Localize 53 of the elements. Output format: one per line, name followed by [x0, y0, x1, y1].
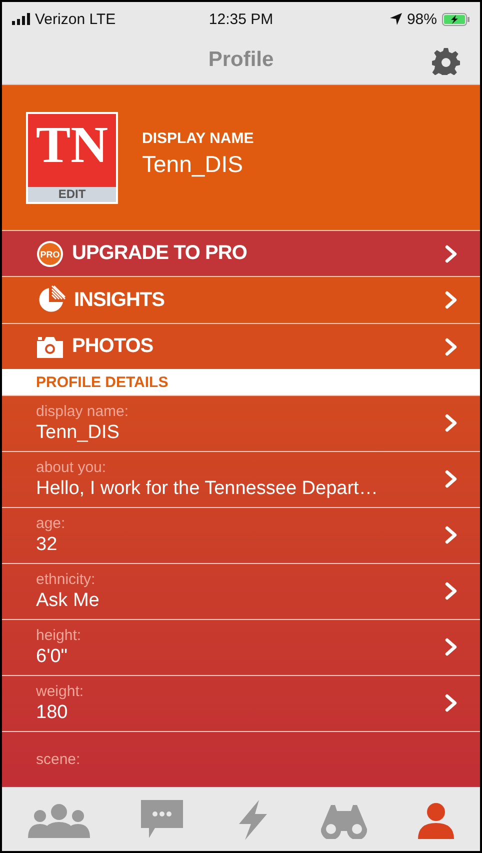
field-value: 32	[36, 534, 58, 556]
chevron-right-icon	[444, 338, 458, 356]
battery-icon	[442, 12, 470, 26]
field-label: scene:	[36, 750, 82, 768]
detail-row[interactable]: display name: Tenn_DIS	[2, 394, 480, 451]
location-arrow-icon	[390, 13, 402, 25]
menu-label: PHOTOS	[72, 335, 154, 358]
people-icon[interactable]	[28, 802, 90, 838]
settings-icon[interactable]	[432, 47, 460, 75]
field-value: Tenn_DIS	[36, 422, 120, 444]
chevron-right-icon	[444, 414, 458, 432]
chevron-right-icon	[444, 470, 458, 488]
menu-row[interactable]: PRO UPGRADE TO PRO	[2, 230, 480, 276]
field-value: 6'0"	[36, 646, 69, 668]
detail-row[interactable]: age: 32	[2, 506, 480, 563]
detail-row[interactable]: about you: Hello, I work for the Tennessee Depart…	[2, 450, 480, 507]
chevron-right-icon	[444, 638, 458, 656]
field-value: Hello, I work for the Tennessee Depart…	[36, 478, 379, 500]
display-name-label: DISPLAY NAME	[142, 130, 254, 146]
battery-percent: 98%	[406, 10, 437, 28]
field-label: age:	[36, 514, 66, 532]
carrier-text: Verizon LTE	[35, 10, 116, 28]
camera-icon	[36, 334, 64, 359]
field-value: Ask Me	[36, 590, 100, 612]
person-icon[interactable]	[418, 800, 454, 838]
menu-row[interactable]: INSIGHTS	[2, 276, 480, 323]
display-name: Tenn_DIS	[142, 150, 244, 178]
nav-title: Profile	[208, 48, 274, 72]
section-heading: PROFILE DETAILS	[36, 374, 168, 391]
field-label: height:	[36, 626, 82, 644]
signal-icon	[12, 13, 30, 25]
chevron-right-icon	[444, 244, 458, 263]
chevron-right-icon	[444, 291, 458, 310]
avatar[interactable]: TN EDIT	[26, 112, 118, 204]
field-label: about you:	[36, 458, 108, 476]
menu-label: UPGRADE TO PRO	[72, 242, 248, 266]
detail-row[interactable]: weight: 180	[2, 674, 480, 731]
menu-label: INSIGHTS	[74, 288, 166, 312]
field-label: ethnicity:	[36, 570, 96, 588]
detail-row[interactable]: height: 6'0"	[2, 618, 480, 675]
field-label: weight:	[36, 682, 85, 700]
chat-bubble-icon[interactable]	[141, 800, 184, 840]
status-time: 12:35 PM	[208, 10, 274, 28]
chevron-right-icon	[444, 526, 458, 544]
edit-label: EDIT	[28, 186, 116, 202]
field-value: 180	[36, 702, 69, 724]
menu-row[interactable]: PHOTOS	[2, 322, 480, 370]
chevron-right-icon	[444, 582, 458, 600]
avatar-initials: TN	[36, 120, 108, 172]
detail-row[interactable]: ethnicity: Ask Me	[2, 562, 480, 619]
field-label: display name:	[36, 402, 130, 420]
pro-badge-icon: PRO	[36, 240, 64, 268]
chevron-right-icon	[444, 694, 458, 712]
